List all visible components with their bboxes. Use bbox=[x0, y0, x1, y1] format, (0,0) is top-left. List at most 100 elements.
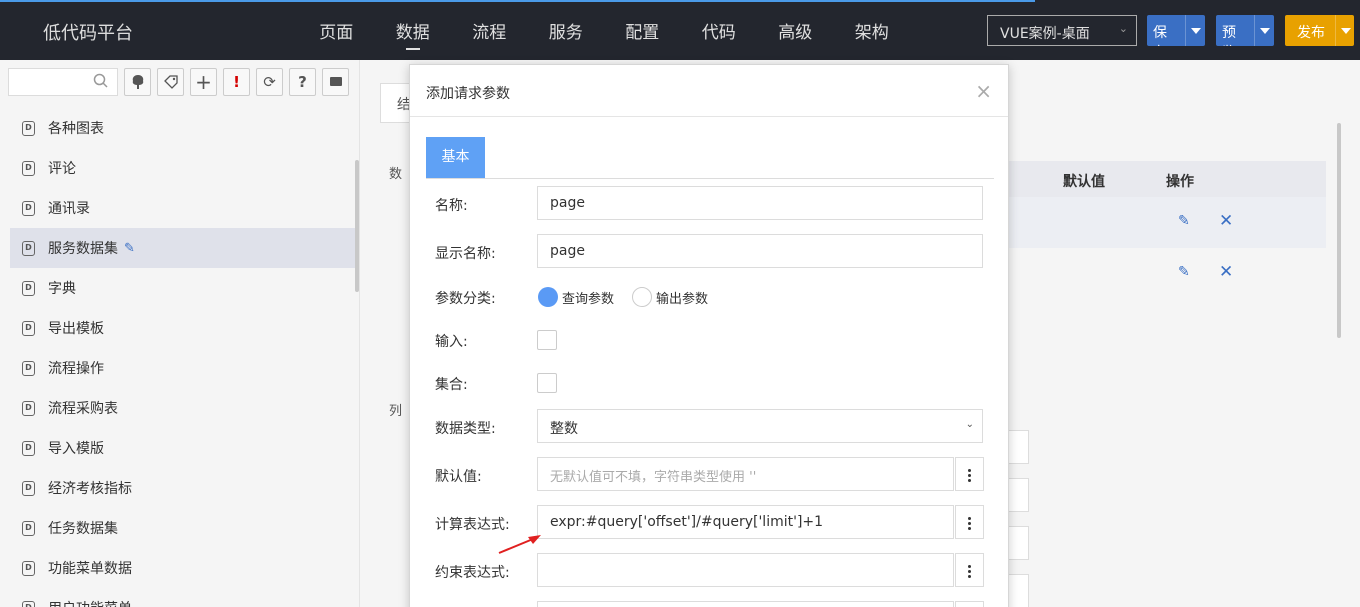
project-select-value: VUE案例-桌面 bbox=[1000, 26, 1090, 42]
publish-button-label: 发布 bbox=[1297, 25, 1325, 41]
section-label: 数 bbox=[389, 167, 403, 182]
display-name-label: 显示名称: bbox=[435, 246, 496, 262]
save-button[interactable]: 保存 bbox=[1147, 15, 1205, 46]
preview-dropdown-caret-icon[interactable] bbox=[1254, 15, 1273, 46]
content-scrollbar[interactable] bbox=[1337, 123, 1341, 338]
plus-icon[interactable]: + bbox=[190, 68, 217, 96]
tree-item-selected[interactable]: D 服务数据集 ✎ bbox=[10, 228, 356, 268]
nav-item-advanced[interactable]: 高级 bbox=[757, 18, 834, 43]
add-request-param-dialog: 添加请求参数 × 基本 名称: page 显示名称: page 参数分类: 查询… bbox=[409, 64, 1009, 607]
main-nav: 页面 数据 流程 服务 配置 代码 高级 架构 bbox=[298, 18, 911, 50]
preview-button-label: 预览 bbox=[1222, 25, 1236, 46]
tree-item[interactable]: D 字典 bbox=[10, 268, 356, 308]
nav-item-data[interactable]: 数据 bbox=[375, 18, 452, 50]
annotation-arrow-icon bbox=[498, 535, 541, 554]
nav-item-config[interactable]: 配置 bbox=[604, 18, 681, 43]
save-button-label: 保存 bbox=[1153, 25, 1167, 46]
category-label: 参数分类: bbox=[435, 291, 496, 307]
table-row: ✎ ✕ bbox=[1001, 248, 1326, 299]
sidebar: + ! ⟳ ? D 各种图表 D 评论 D 通讯录 D 服务数据集 ✎ D 字典 D 导出模板… bbox=[0, 60, 360, 607]
preview-button[interactable]: 预览 bbox=[1216, 15, 1274, 46]
document-icon: D bbox=[22, 560, 35, 576]
document-icon: D bbox=[22, 200, 35, 216]
next-field-input[interactable] bbox=[537, 601, 954, 607]
data-type-select[interactable]: 整数 ⌄ bbox=[537, 409, 983, 443]
message-icon[interactable] bbox=[322, 68, 349, 96]
tree-item[interactable]: D 经济考核指标 bbox=[10, 468, 356, 508]
chevron-down-icon: ⌄ bbox=[1118, 22, 1128, 35]
sidebar-scrollbar[interactable] bbox=[355, 160, 359, 292]
tree-icon[interactable] bbox=[124, 68, 151, 96]
alert-icon[interactable]: ! bbox=[223, 68, 250, 96]
radio-query-param[interactable] bbox=[538, 287, 558, 307]
radio-output-label: 输出参数 bbox=[656, 292, 709, 307]
dataset-tree: D 各种图表 D 评论 D 通讯录 D 服务数据集 ✎ D 字典 D 导出模板 D 流程操作 D… bbox=[10, 108, 356, 607]
radio-query-label: 查询参数 bbox=[562, 292, 615, 307]
display-name-input[interactable]: page bbox=[537, 234, 983, 268]
name-label: 名称: bbox=[435, 198, 468, 214]
project-select[interactable]: VUE案例-桌面 ⌄ bbox=[987, 15, 1137, 46]
document-icon: D bbox=[22, 440, 35, 456]
tree-item[interactable]: D 各种图表 bbox=[10, 108, 356, 148]
radio-output-param[interactable] bbox=[632, 287, 652, 307]
tree-item[interactable]: D 任务数据集 bbox=[10, 508, 356, 548]
document-icon: D bbox=[22, 240, 35, 256]
more-options-icon[interactable] bbox=[955, 505, 984, 539]
tree-item[interactable]: D 功能菜单数据 bbox=[10, 548, 356, 588]
sidebar-search-input[interactable] bbox=[8, 68, 118, 96]
default-value-label: 默认值: bbox=[435, 469, 482, 485]
name-input[interactable]: page bbox=[537, 186, 983, 220]
tab-underline bbox=[426, 178, 994, 179]
edit-icon[interactable]: ✎ bbox=[1178, 264, 1190, 280]
document-icon: D bbox=[22, 160, 35, 176]
top-nav-bar: 低代码平台 页面 数据 流程 服务 配置 代码 高级 架构 VUE案例-桌面 ⌄… bbox=[0, 0, 1360, 60]
tab-basic[interactable]: 基本 bbox=[426, 137, 485, 178]
document-icon: D bbox=[22, 280, 35, 296]
nav-item-service[interactable]: 服务 bbox=[528, 18, 605, 43]
delete-icon[interactable]: ✕ bbox=[1219, 262, 1233, 282]
tree-item[interactable]: D 导入模版 bbox=[10, 428, 356, 468]
section-label: 列 bbox=[389, 404, 403, 419]
top-accent-line bbox=[0, 0, 1035, 2]
params-table-header: 默认值 操作 bbox=[1001, 161, 1326, 197]
tree-item[interactable]: D 评论 bbox=[10, 148, 356, 188]
publish-button[interactable]: 发布 bbox=[1285, 15, 1354, 46]
tree-item[interactable]: D用户功能菜单 bbox=[10, 588, 356, 607]
edit-icon[interactable]: ✎ bbox=[1178, 213, 1190, 229]
tree-item[interactable]: D 导出模板 bbox=[10, 308, 356, 348]
tree-item[interactable]: D 流程采购表 bbox=[10, 388, 356, 428]
chevron-down-icon: ⌄ bbox=[965, 419, 974, 430]
tree-item[interactable]: D 通讯录 bbox=[10, 188, 356, 228]
more-options-icon[interactable] bbox=[955, 553, 984, 587]
tag-icon[interactable] bbox=[157, 68, 184, 96]
more-options-icon[interactable] bbox=[955, 457, 984, 491]
default-value-input[interactable]: 无默认值可不填，字符串类型使用 '' bbox=[537, 457, 954, 491]
search-icon bbox=[93, 73, 108, 88]
nav-item-architecture[interactable]: 架构 bbox=[834, 18, 911, 43]
table-row: ✎ ✕ bbox=[1001, 197, 1326, 248]
help-icon[interactable]: ? bbox=[289, 68, 316, 96]
collection-checkbox[interactable] bbox=[537, 373, 557, 393]
save-dropdown-caret-icon[interactable] bbox=[1185, 15, 1204, 46]
expression-label: 计算表达式: bbox=[435, 517, 510, 533]
nav-item-code[interactable]: 代码 bbox=[681, 18, 758, 43]
dialog-divider bbox=[410, 116, 1008, 117]
nav-item-flow[interactable]: 流程 bbox=[451, 18, 528, 43]
close-icon[interactable]: × bbox=[975, 79, 992, 103]
data-type-value: 整数 bbox=[550, 421, 578, 437]
refresh-icon[interactable]: ⟳ bbox=[256, 68, 283, 96]
constraint-input[interactable] bbox=[537, 553, 954, 587]
document-icon: D bbox=[22, 320, 35, 336]
brand-title: 低代码平台 bbox=[43, 23, 133, 44]
input-label: 输入: bbox=[435, 334, 468, 350]
nav-item-pages[interactable]: 页面 bbox=[298, 18, 375, 43]
constraint-label: 约束表达式: bbox=[435, 565, 510, 581]
column-header-default: 默认值 bbox=[1063, 174, 1105, 190]
expression-input[interactable]: expr:#query['offset']/#query['limit']+1 bbox=[537, 505, 954, 539]
publish-dropdown-caret-icon[interactable] bbox=[1335, 15, 1354, 46]
delete-icon[interactable]: ✕ bbox=[1219, 211, 1233, 231]
tree-item[interactable]: D 流程操作 bbox=[10, 348, 356, 388]
pencil-icon[interactable]: ✎ bbox=[124, 241, 135, 256]
input-checkbox[interactable] bbox=[537, 330, 557, 350]
more-options-icon[interactable] bbox=[955, 601, 984, 607]
